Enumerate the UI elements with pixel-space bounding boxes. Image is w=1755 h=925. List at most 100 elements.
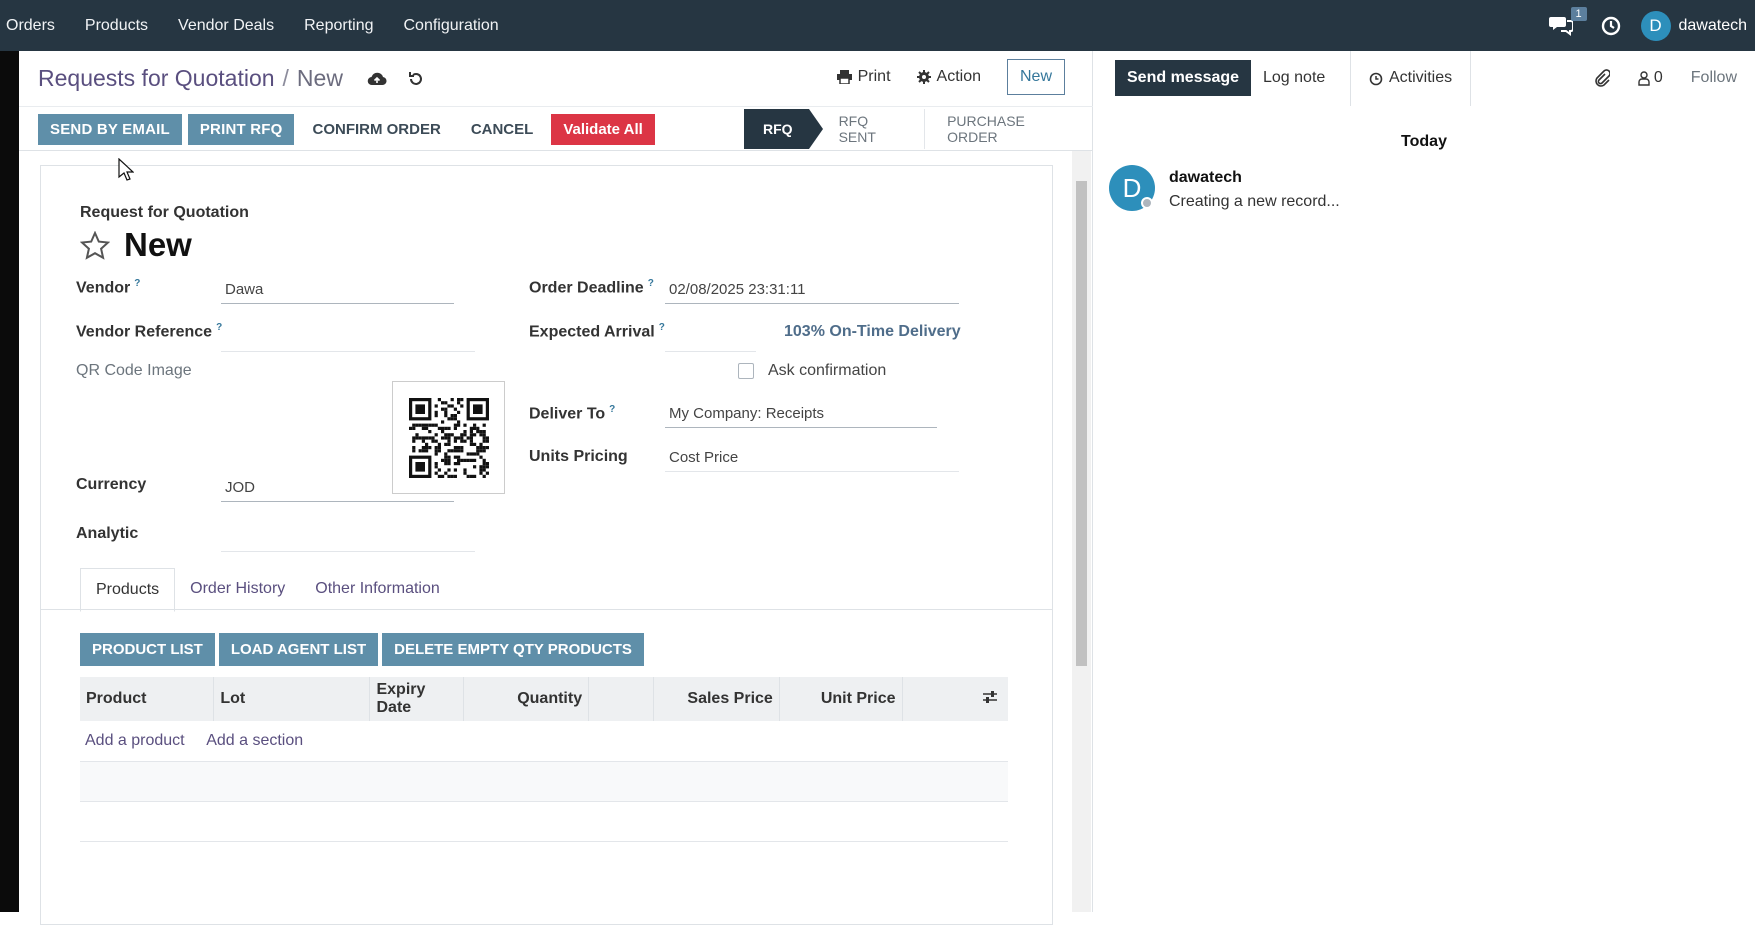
status-steps: RFQ RFQ SENT PURCHASE ORDER [744, 109, 1093, 149]
analytic-field[interactable] [221, 522, 475, 552]
chat-count-badge: 1 [1570, 6, 1587, 21]
new-button[interactable]: New [1006, 59, 1065, 95]
table-row [80, 801, 1008, 842]
table-header-row: Product Lot Expiry Date Quantity Sales P… [80, 677, 1008, 721]
document-type-label: Request for Quotation [80, 204, 249, 221]
scrollbar-thumb[interactable] [1076, 181, 1087, 666]
breadcrumb-parent[interactable]: Requests for Quotation [38, 65, 275, 92]
user-menu[interactable]: D dawatech [1640, 10, 1748, 41]
column-unit-price[interactable]: Unit Price [779, 677, 903, 721]
product-list-button[interactable]: PRODUCT LIST [80, 633, 215, 666]
breadcrumb-current: New [296, 65, 343, 91]
menu-orders[interactable]: Orders [0, 17, 70, 35]
confirm-order-button[interactable]: CONFIRM ORDER [300, 114, 452, 145]
avatar[interactable]: D [1109, 165, 1155, 211]
add-section-link[interactable]: Add a section [206, 732, 303, 749]
order-deadline-label: Order Deadline? [529, 278, 654, 297]
print-rfq-button[interactable]: PRINT RFQ [187, 114, 295, 145]
chatter-panel: Send message Log note Activities 0 Follo… [1093, 51, 1755, 912]
action-label: Action [936, 68, 981, 85]
clock-icon [1369, 72, 1383, 86]
on-time-delivery-link[interactable]: 103% On-Time Delivery [784, 323, 961, 341]
currency-label: Currency [76, 476, 147, 493]
chatter-topbar: Send message Log note Activities 0 Follo… [1093, 51, 1755, 106]
messaging-button[interactable]: 1 [1548, 6, 1587, 38]
menu-reporting[interactable]: Reporting [289, 17, 388, 35]
delete-empty-qty-products-button[interactable]: DELETE EMPTY QTY PRODUCTS [382, 633, 644, 666]
units-pricing-field[interactable]: Cost Price [665, 445, 959, 472]
sliders-icon [983, 690, 997, 703]
breadcrumb: Requests for Quotation / New [38, 65, 425, 92]
gear-icon [916, 70, 931, 84]
deliver-to-label: Deliver To? [529, 404, 616, 423]
document-title: New [80, 226, 192, 264]
activities-button[interactable]: Activities [1350, 51, 1472, 106]
column-blank [588, 677, 654, 721]
document-name: New [124, 226, 192, 263]
tab-order-history[interactable]: Order History [175, 568, 300, 612]
optional-columns-toggle[interactable] [902, 677, 1008, 721]
breadcrumb-separator: / [282, 65, 289, 91]
column-sales-price[interactable]: Sales Price [653, 677, 780, 721]
cancel-button[interactable]: CANCEL [459, 114, 546, 145]
vendor-label: Vendor? [76, 278, 141, 297]
add-line-row: Add a product Add a section [80, 721, 1008, 762]
list-action-buttons: PRODUCT LIST LOAD AGENT LIST DELETE EMPT… [80, 633, 644, 666]
paperclip-icon[interactable] [1594, 69, 1610, 87]
column-lot[interactable]: Lot [213, 677, 371, 721]
followers-count: 0 [1653, 69, 1663, 86]
load-agent-list-button[interactable]: LOAD AGENT LIST [218, 633, 379, 666]
user-name: dawatech [1678, 16, 1748, 34]
tab-other-information[interactable]: Other Information [300, 568, 455, 612]
message-author[interactable]: dawatech [1169, 169, 1340, 187]
user-icon [1638, 70, 1650, 86]
expected-arrival-label: Expected Arrival? [529, 322, 665, 341]
left-edge-strip [0, 51, 19, 912]
status-step-purchase-order[interactable]: PURCHASE ORDER [924, 109, 1093, 149]
vendor-reference-field[interactable] [221, 322, 475, 352]
analytic-label: Analytic [76, 525, 139, 542]
print-menu-button[interactable]: Print [836, 68, 891, 86]
notebook-tabs: Products Order History Other Information [80, 568, 455, 612]
form-scrollbar[interactable] [1072, 151, 1091, 912]
menu-configuration[interactable]: Configuration [388, 17, 513, 35]
ask-confirmation-checkbox[interactable] [738, 363, 754, 379]
column-quantity[interactable]: Quantity [463, 677, 590, 721]
follow-button[interactable]: Follow [1691, 69, 1737, 87]
followers-button[interactable]: 0 [1638, 69, 1663, 87]
expected-arrival-field[interactable] [665, 322, 756, 352]
chat-bubbles-icon [1548, 16, 1574, 36]
send-by-email-button[interactable]: SEND BY EMAIL [38, 114, 182, 145]
status-step-rfq[interactable]: RFQ [744, 109, 823, 149]
discard-changes-icon[interactable] [407, 70, 425, 88]
units-pricing-label: Units Pricing [529, 448, 628, 465]
tab-divider [41, 609, 1052, 610]
menu-products[interactable]: Products [70, 17, 163, 35]
form-sheet: Request for Quotation New Vendor? Dawa V… [40, 165, 1053, 925]
print-label: Print [857, 68, 891, 85]
avatar-initial: D [1122, 172, 1142, 203]
column-product[interactable]: Product [80, 677, 215, 721]
main-menu: Orders Products Vendor Deals Reporting C… [0, 0, 514, 51]
send-message-button[interactable]: Send message [1115, 60, 1252, 96]
validate-all-button[interactable]: Validate All [551, 114, 655, 145]
clock-icon[interactable] [1601, 16, 1621, 36]
action-menu-button[interactable]: Action [916, 68, 981, 86]
star-icon[interactable] [80, 230, 110, 260]
message-body: Creating a new record... [1169, 193, 1340, 210]
currency-field[interactable]: JOD [221, 475, 454, 502]
add-product-link[interactable]: Add a product [85, 732, 185, 749]
order-deadline-field[interactable]: 02/08/2025 23:31:11 [665, 277, 959, 304]
presence-indicator [1141, 197, 1153, 209]
vendor-field[interactable]: Dawa [221, 277, 454, 304]
menu-vendor-deals[interactable]: Vendor Deals [163, 17, 289, 35]
column-expiry-date[interactable]: Expiry Date [369, 677, 465, 721]
cloud-upload-icon[interactable] [367, 71, 387, 87]
log-note-button[interactable]: Log note [1263, 69, 1325, 87]
tab-products[interactable]: Products [80, 568, 176, 612]
status-bar: SEND BY EMAIL PRINT RFQ CONFIRM ORDER CA… [19, 107, 1093, 151]
table-row [80, 761, 1008, 802]
printer-icon [836, 70, 852, 84]
status-step-rfq-sent[interactable]: RFQ SENT [809, 109, 925, 149]
deliver-to-field[interactable]: My Company: Receipts [665, 401, 937, 428]
